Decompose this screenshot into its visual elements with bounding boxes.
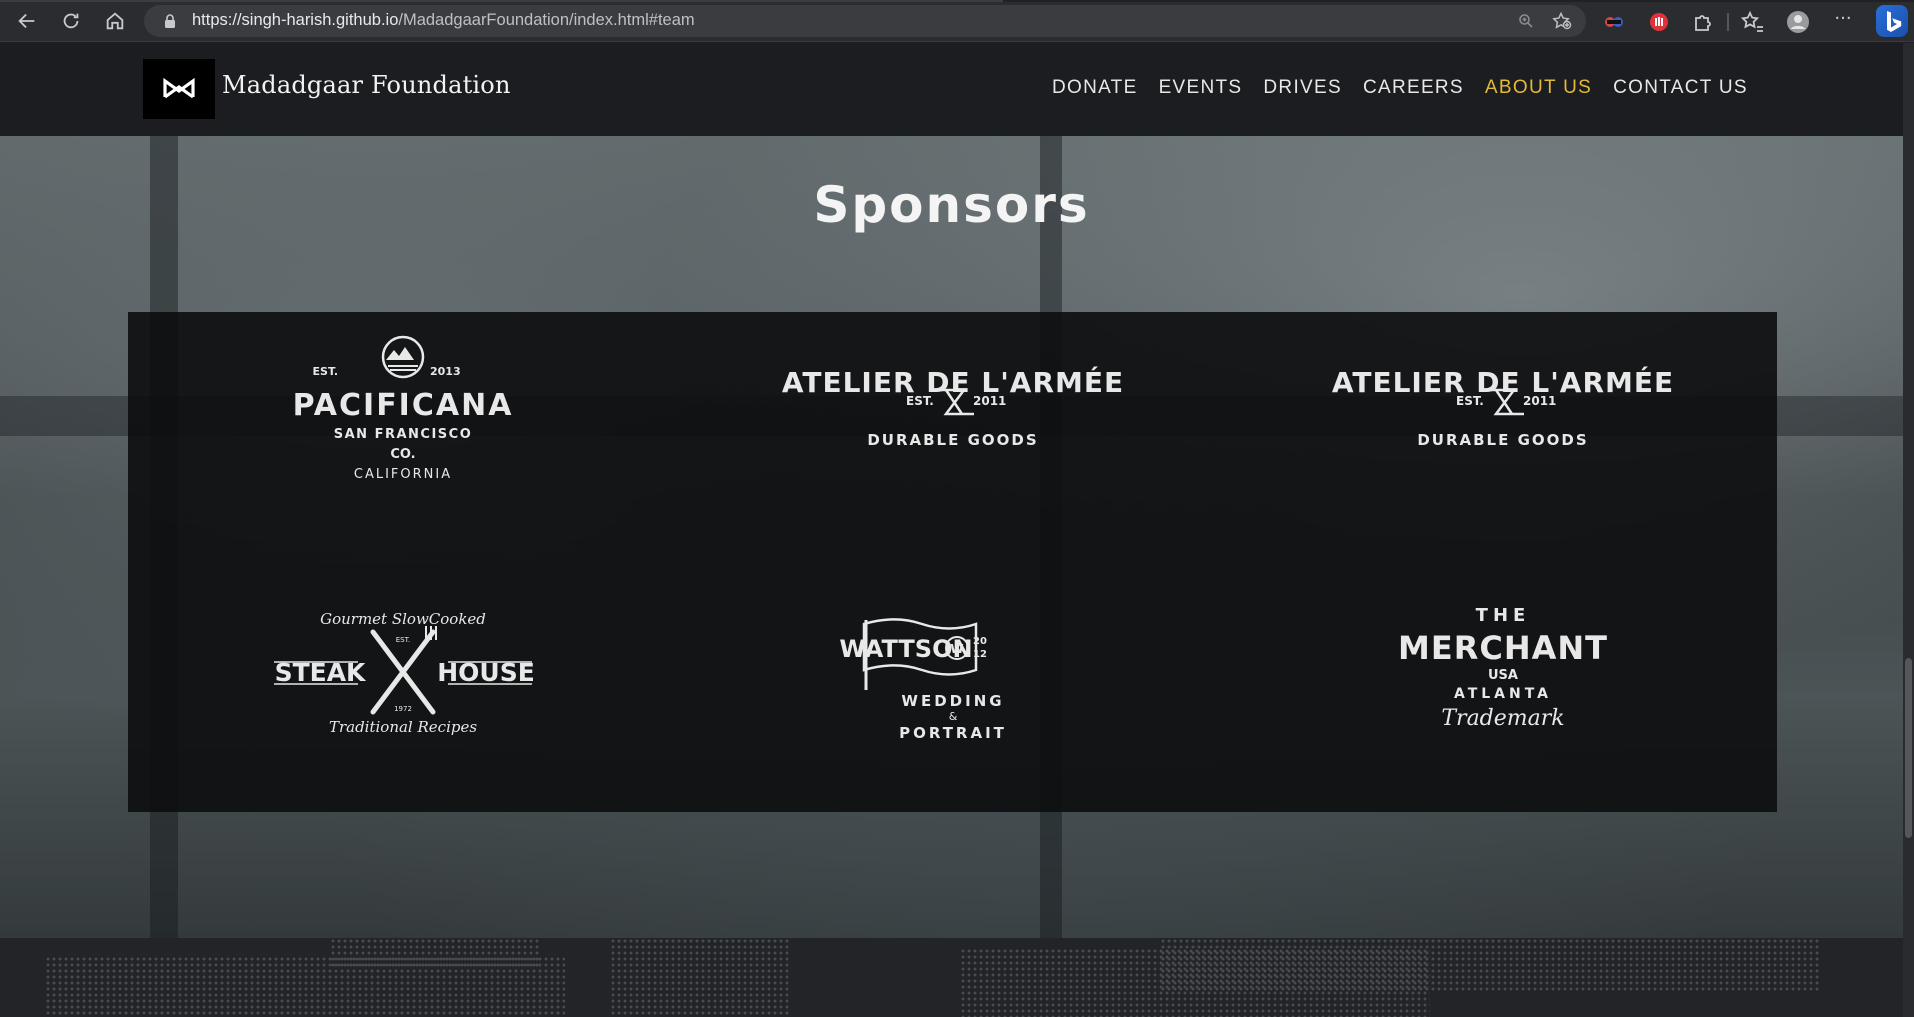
reload-icon[interactable] bbox=[58, 8, 84, 34]
steak-house-right: HOUSE bbox=[437, 658, 535, 687]
map-dots-atlantic bbox=[610, 938, 790, 1017]
atelier-2-name: ATELIER DE L'ARMÉE bbox=[1332, 365, 1674, 399]
merchant-city: ATLANTA bbox=[1454, 686, 1552, 702]
sponsor-logo-atelier-2[interactable]: ATELIER DE L'ARMÉE EST. 2011 DURABLE GOO… bbox=[1228, 312, 1778, 562]
sponsors-section: Sponsors EST. 2013 PACIFICANA SAN FRANCI… bbox=[0, 136, 1903, 938]
site-header: Madadgaar Foundation DONATE EVENTS DRIVE… bbox=[0, 43, 1903, 136]
footer-world-map bbox=[0, 938, 1903, 1017]
steak-house-bottom: Traditional Recipes bbox=[329, 718, 477, 736]
merchant-usa: USA bbox=[1488, 668, 1518, 683]
wattson-wedding: WEDDING bbox=[901, 692, 1004, 710]
wattson-amp: & bbox=[949, 710, 958, 723]
bing-icon[interactable] bbox=[1876, 5, 1908, 37]
favorites-icon[interactable] bbox=[1739, 9, 1765, 35]
profile-icon[interactable] bbox=[1785, 9, 1811, 35]
steak-house-year: 1972 bbox=[394, 705, 412, 713]
atelier-1-year: 2011 bbox=[973, 394, 1006, 408]
atelier-2-year: 2011 bbox=[1523, 394, 1556, 408]
url-host: https://singh-harish.github.io bbox=[192, 11, 399, 29]
url-text[interactable]: https://singh-harish.github.io/Madadgaar… bbox=[192, 11, 695, 30]
zoom-icon[interactable] bbox=[1518, 13, 1534, 29]
scrollbar-thumb[interactable] bbox=[1905, 658, 1912, 838]
lock-icon[interactable] bbox=[162, 13, 178, 29]
nav-about-us[interactable]: ABOUT US bbox=[1485, 77, 1592, 99]
merchant-script: Trademark bbox=[1441, 706, 1564, 731]
knife-fork-icon bbox=[370, 629, 436, 715]
nav-donate[interactable]: DONATE bbox=[1052, 77, 1138, 99]
nav-events[interactable]: EVENTS bbox=[1159, 77, 1243, 99]
back-icon[interactable] bbox=[14, 8, 40, 34]
page-scrollbar[interactable] bbox=[1903, 43, 1914, 1017]
sponsor-logo-pacificana[interactable]: EST. 2013 PACIFICANA SAN FRANCISCO CO. C… bbox=[128, 312, 678, 562]
nav-drives[interactable]: DRIVES bbox=[1263, 77, 1342, 99]
atelier-1-tagline: DURABLE GOODS bbox=[867, 431, 1038, 449]
merchant-the: THE bbox=[1476, 605, 1531, 626]
merchant-name: MERCHANT bbox=[1398, 629, 1608, 667]
pacificana-co: CO. bbox=[390, 447, 415, 462]
nav-careers[interactable]: CAREERS bbox=[1363, 77, 1464, 99]
sponsor-logo-merchant[interactable]: THE MERCHANT USA ATLANTA Trademark bbox=[1228, 562, 1778, 812]
sponsor-panel: EST. 2013 PACIFICANA SAN FRANCISCO CO. C… bbox=[128, 312, 1777, 812]
wattson-mono: W bbox=[950, 642, 963, 656]
brand-name[interactable]: Madadgaar Foundation bbox=[222, 71, 511, 99]
extension-icon[interactable] bbox=[1690, 9, 1716, 35]
wattson-year-top: 20 bbox=[973, 636, 987, 647]
map-dots-greenland bbox=[330, 938, 540, 968]
pacificana-city: SAN FRANCISCO bbox=[334, 427, 473, 442]
wattson-portrait: PORTRAIT bbox=[899, 724, 1007, 742]
steak-house-top: Gourmet SlowCooked bbox=[320, 610, 486, 628]
browser-toolbar: https://singh-harish.github.io/Madadgaar… bbox=[0, 0, 1914, 42]
nav-contact-us[interactable]: CONTACT US bbox=[1613, 77, 1748, 99]
more-icon[interactable]: ··· bbox=[1830, 6, 1856, 32]
extension-red-icon[interactable] bbox=[1646, 9, 1672, 35]
steak-house-est: EST. bbox=[396, 636, 411, 644]
pacificana-year: 2013 bbox=[430, 365, 461, 378]
atelier-1-est: EST. bbox=[906, 394, 934, 408]
toolbar-divider bbox=[1727, 13, 1729, 31]
sponsor-logo-steak-house[interactable]: Gourmet SlowCooked STEAK HOUSE EST. 1972… bbox=[128, 562, 678, 812]
url-path: /MadadgaarFoundation/index.html#team bbox=[398, 11, 695, 29]
tracking-prevention-icon[interactable] bbox=[1601, 9, 1627, 35]
active-tab-indicator bbox=[0, 0, 1003, 2]
sponsor-logo-wattson[interactable]: WATTSON W 20 12 WEDDING & PORTRAIT bbox=[678, 562, 1228, 812]
sponsor-logo-atelier-1[interactable]: ATELIER DE L'ARMÉE EST. 2011 DURABLE GOO… bbox=[678, 312, 1228, 562]
brand-logo[interactable] bbox=[143, 59, 215, 119]
add-favorite-icon[interactable] bbox=[1552, 12, 1572, 30]
atelier-1-name: ATELIER DE L'ARMÉE bbox=[782, 365, 1124, 399]
atelier-2-est: EST. bbox=[1456, 394, 1484, 408]
atelier-2-tagline: DURABLE GOODS bbox=[1417, 431, 1588, 449]
home-icon[interactable] bbox=[102, 8, 128, 34]
pacificana-state: CALIFORNIA bbox=[354, 467, 452, 482]
main-nav: DONATE EVENTS DRIVES CAREERS ABOUT US CO… bbox=[1052, 77, 1769, 99]
steak-house-left: STEAK bbox=[275, 658, 367, 687]
map-dots-asia bbox=[1160, 938, 1820, 993]
pacificana-name: PACIFICANA bbox=[293, 388, 514, 423]
tab-strip bbox=[0, 0, 1914, 2]
wattson-year-bottom: 12 bbox=[973, 649, 987, 660]
m-logo-icon bbox=[163, 77, 195, 99]
pacificana-est: EST. bbox=[313, 365, 338, 378]
sponsors-title: Sponsors bbox=[813, 176, 1090, 234]
address-bar[interactable]: https://singh-harish.github.io/Madadgaar… bbox=[144, 5, 1586, 37]
